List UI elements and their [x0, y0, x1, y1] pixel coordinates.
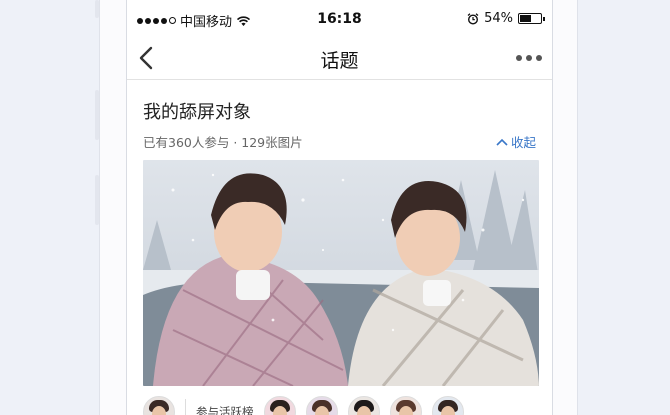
status-bar: 中国移动 16:18 54%: [127, 0, 552, 37]
more-dot: [536, 55, 542, 61]
topic-cover-image[interactable]: [143, 160, 539, 386]
avatar[interactable]: [389, 396, 422, 415]
avatar-face: [272, 406, 287, 415]
topic-stats: 已有360人参与 · 129张图片: [143, 135, 303, 150]
divider: [185, 399, 186, 415]
more-dots-icon[interactable]: [516, 55, 542, 61]
cover-photo: [143, 160, 539, 386]
avatar[interactable]: [263, 396, 296, 415]
more-dot: [526, 55, 532, 61]
avatar[interactable]: [305, 396, 338, 415]
topic-title: 我的舔屏对象: [143, 102, 251, 123]
page-title: 话题: [320, 50, 359, 72]
status-right: 54%: [467, 11, 545, 26]
active-rank-label[interactable]: 参与活跃榜: [196, 404, 254, 415]
avatar-face: [356, 406, 371, 415]
alarm-icon: [467, 12, 479, 25]
collapse-label: 收起: [510, 135, 536, 150]
more-dot: [516, 55, 522, 61]
participants-row: 参与活跃榜: [143, 396, 464, 415]
chevron-up-icon: [496, 138, 508, 146]
avatar-face: [314, 406, 329, 415]
battery-fill: [520, 15, 531, 22]
avatar[interactable]: [431, 396, 464, 415]
avatar-face: [398, 406, 413, 415]
battery-percent: 54%: [484, 11, 513, 26]
topic-content: 我的舔屏对象 已有360人参与 · 129张图片 收起: [127, 102, 552, 386]
avatar[interactable]: [143, 396, 175, 415]
collapse-button[interactable]: 收起: [496, 132, 536, 151]
avatar[interactable]: [347, 396, 380, 415]
avatar-face: [440, 406, 455, 415]
phone-screen: 中国移动 16:18 54% 话题 我的舔屏对象 已有360人参与 · 129张…: [126, 0, 553, 415]
nav-bar: 话题: [127, 37, 552, 80]
topic-meta-row: 已有360人参与 · 129张图片 收起: [143, 132, 536, 151]
battery-icon: [518, 13, 545, 24]
